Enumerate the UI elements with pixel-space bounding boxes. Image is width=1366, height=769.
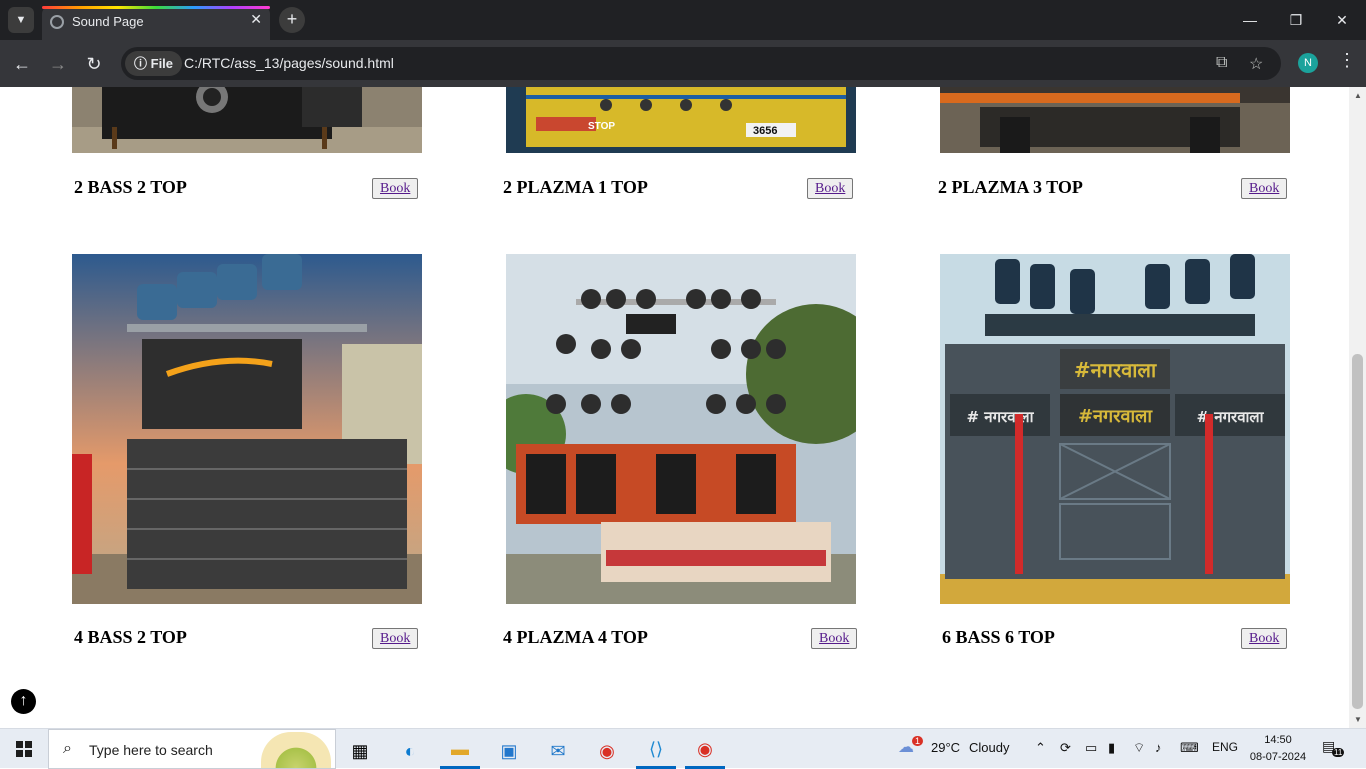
vscode-icon[interactable]: ⟨⟩	[636, 733, 676, 769]
taskbar-clock[interactable]: 14:50 08-07-2024	[1248, 732, 1308, 766]
windows-start-icon[interactable]	[16, 741, 32, 757]
network-sync-icon[interactable]: ⟳	[1060, 740, 1071, 756]
restore-icon[interactable]: ❐	[1276, 8, 1316, 32]
card-title-6: 6 BASS 6 TOP	[942, 627, 1055, 647]
windows-taskbar: ⌕ Type here to search ▦ ◐ ▬ ▣ ✉ ◉ ⟨⟩ ◉ ☁…	[0, 728, 1366, 769]
page-scrollbar[interactable]: ▲ ▼	[1349, 87, 1366, 728]
globe-icon	[50, 15, 64, 29]
url-text[interactable]: C:/RTC/ass_13/pages/sound.html	[184, 55, 394, 71]
book-button-5[interactable]: Book	[811, 628, 858, 649]
edge-icon[interactable]: ◐	[390, 733, 430, 769]
weather-badge: 1	[912, 736, 924, 746]
battery-icon[interactable]: ▮	[1108, 740, 1115, 756]
more-menu-icon[interactable]: ⋮	[1338, 50, 1356, 71]
tab-close-icon[interactable]: ✕	[250, 11, 262, 28]
scroll-up-icon[interactable]: ▲	[1354, 91, 1362, 100]
card-title-2: 2 PLAZMA 1 TOP	[503, 177, 648, 197]
back-arrow-icon[interactable]: ←	[10, 52, 34, 76]
card-title-3: 2 PLAZMA 3 TOP	[938, 177, 1083, 197]
site-info-button[interactable]: ⓘ File	[125, 51, 183, 76]
tab-group-stripe	[42, 6, 270, 9]
keyboard-icon[interactable]: ⌨	[1180, 740, 1199, 756]
clock-date: 08-07-2024	[1249, 751, 1307, 763]
language-indicator[interactable]: ENG	[1212, 740, 1238, 754]
volume-icon[interactable]: ♪	[1155, 740, 1162, 755]
clock-time: 14:50	[1264, 734, 1292, 746]
meet-icon[interactable]: ▭	[1085, 740, 1097, 756]
browser-toolbar: ← → ↻ ⓘ File C:/RTC/ass_13/pages/sound.h…	[0, 40, 1366, 87]
bookmark-star-icon[interactable]: ☆	[1249, 54, 1263, 74]
notification-center-icon[interactable]: ▤ 11	[1322, 738, 1345, 758]
card-image-3	[940, 87, 1290, 153]
book-button-6[interactable]: Book	[1241, 628, 1288, 649]
address-bar[interactable]: ⓘ File C:/RTC/ass_13/pages/sound.html ⧉ …	[121, 47, 1281, 80]
search-placeholder: Type here to search	[89, 742, 213, 758]
book-button-2[interactable]: Book	[807, 178, 854, 199]
wifi-icon[interactable]: ⌔	[1133, 740, 1145, 756]
search-icon: ⌕	[63, 740, 72, 757]
tab-search-button[interactable]: ▼	[8, 7, 34, 33]
truck-stop-label: STOP	[588, 121, 615, 132]
search-highlight-image	[261, 732, 331, 768]
card-title-1: 2 BASS 2 TOP	[74, 177, 187, 197]
taskbar-search-box[interactable]: ⌕ Type here to search	[48, 729, 336, 769]
task-view-icon[interactable]: ▦	[340, 733, 380, 769]
store-icon[interactable]: ▣	[489, 733, 529, 769]
close-window-icon[interactable]: ✕	[1322, 8, 1362, 32]
page-content: STOP 3656 2 BASS 2 TOP Book 2 PLAZMA 1 T…	[0, 87, 1349, 728]
card-image-4	[72, 254, 422, 604]
chevron-up-icon[interactable]: ⌃	[1035, 740, 1046, 756]
truck-plate-label: 3656	[753, 125, 777, 137]
card-image-2: STOP 3656	[506, 87, 856, 153]
minimize-icon[interactable]: —	[1230, 8, 1270, 32]
site-info-label: File	[150, 56, 174, 71]
file-explorer-icon[interactable]: ▬	[440, 733, 480, 769]
scroll-down-icon[interactable]: ▼	[1354, 715, 1362, 724]
tab-title: Sound Page	[72, 14, 144, 29]
browser-tab-strip: ▼ Sound Page ✕ + — ❐ ✕	[0, 0, 1366, 40]
card-image-5	[506, 254, 856, 604]
notification-count: 11	[1332, 748, 1345, 757]
weather-desc[interactable]: Cloudy	[969, 740, 1009, 755]
book-button-4[interactable]: Book	[372, 628, 419, 649]
chrome-icon[interactable]: ◉	[587, 733, 627, 769]
new-tab-button[interactable]: +	[279, 7, 305, 33]
book-button-3[interactable]: Book	[1241, 178, 1288, 199]
reload-icon[interactable]: ↻	[82, 52, 106, 76]
chrome-profile-icon[interactable]: ◉	[685, 733, 725, 769]
book-button-1[interactable]: Book	[372, 178, 419, 199]
card-image-1	[72, 87, 422, 153]
card-title-4: 4 BASS 2 TOP	[74, 627, 187, 647]
browser-tab[interactable]: Sound Page ✕	[42, 6, 270, 40]
back-to-top-icon[interactable]: ↑	[11, 689, 36, 714]
forward-arrow-icon[interactable]: →	[46, 52, 70, 76]
translate-icon[interactable]: ⧉	[1216, 54, 1227, 72]
card-title-5: 4 PLAZMA 4 TOP	[503, 627, 648, 647]
banner-text-center: #नगरवाला	[1074, 358, 1157, 382]
banner-text-middle: #नगरवाला	[1078, 406, 1153, 427]
mail-icon[interactable]: ✉	[538, 733, 578, 769]
profile-avatar[interactable]: N	[1298, 53, 1318, 73]
scrollbar-thumb[interactable]	[1352, 354, 1363, 709]
weather-temp[interactable]: 29°C	[931, 740, 960, 755]
banner-text-left: # नगरवाला	[967, 408, 1035, 426]
card-image-6: #नगरवाला # नगरवाला # नगरवाला #नगरवाला	[940, 254, 1290, 604]
